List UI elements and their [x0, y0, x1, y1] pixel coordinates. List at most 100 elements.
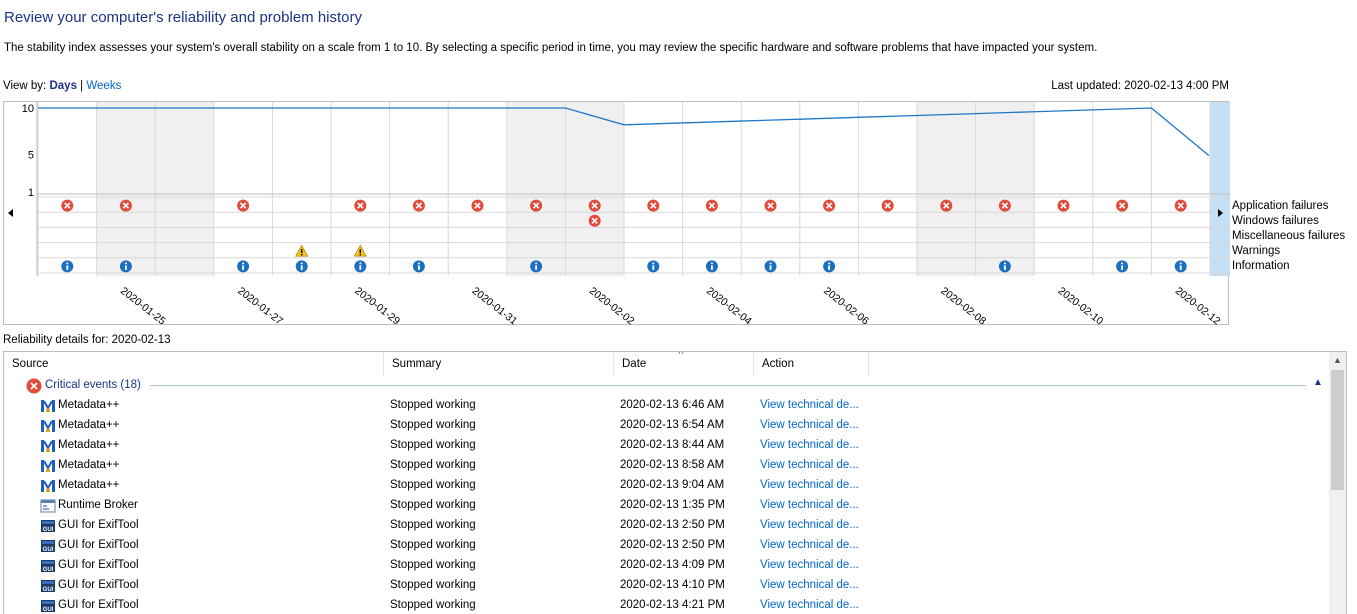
day-column[interactable] — [448, 102, 507, 276]
information-icon[interactable] — [764, 260, 777, 273]
day-column[interactable] — [213, 102, 273, 276]
information-icon[interactable] — [705, 260, 718, 273]
event-date: 2020-02-13 8:58 AM — [620, 459, 725, 471]
error-icon[interactable] — [530, 199, 543, 212]
collapse-chevron-icon[interactable]: ▲ — [1313, 377, 1323, 388]
day-column[interactable] — [1034, 102, 1093, 276]
column-header-action[interactable]: Action — [754, 352, 869, 376]
metadata-app-icon — [40, 478, 56, 494]
error-icon[interactable] — [61, 199, 74, 212]
view-technical-details-link[interactable]: View technical de... — [760, 399, 859, 411]
view-technical-details-link[interactable]: View technical de... — [760, 479, 859, 491]
event-summary: Stopped working — [390, 499, 476, 511]
svg-text:GUI: GUI — [43, 567, 54, 573]
view-technical-details-link[interactable]: View technical de... — [760, 579, 859, 591]
event-row[interactable]: GUI GUI for ExifTool Stopped working 2020-0… — [4, 556, 1330, 576]
error-icon[interactable] — [588, 214, 601, 227]
day-column[interactable] — [506, 102, 566, 276]
day-column[interactable] — [565, 102, 624, 276]
event-row[interactable]: GUI GUI for ExifTool Stopped working 2020-0… — [4, 516, 1330, 536]
view-technical-details-link[interactable]: View technical de... — [760, 439, 859, 451]
day-column[interactable] — [858, 102, 917, 276]
day-column[interactable] — [1151, 102, 1210, 276]
day-column[interactable] — [799, 102, 859, 276]
view-technical-details-link[interactable]: View technical de... — [760, 519, 859, 531]
view-technical-details-link[interactable]: View technical de... — [760, 539, 859, 551]
error-icon[interactable] — [823, 199, 836, 212]
error-icon[interactable] — [354, 199, 367, 212]
chart-canvas[interactable]: 10 5 1 2020-01-25 2020-01-27 2020-01-29 2020-0… — [4, 102, 1230, 326]
column-header-source[interactable]: Source — [4, 352, 384, 376]
event-row[interactable]: GUI GUI for ExifTool Stopped working 2020-0… — [4, 536, 1330, 556]
information-icon[interactable] — [647, 260, 660, 273]
information-icon[interactable] — [530, 260, 543, 273]
error-icon[interactable] — [764, 199, 777, 212]
event-source: Metadata++ — [58, 439, 120, 451]
gui-app-icon: GUI — [40, 538, 56, 554]
day-column[interactable] — [155, 102, 214, 276]
information-icon[interactable] — [1174, 260, 1187, 273]
view-technical-details-link[interactable]: View technical de... — [760, 419, 859, 431]
information-icon[interactable] — [354, 260, 367, 273]
day-column[interactable] — [1210, 102, 1230, 276]
event-row[interactable]: GUI GUI for ExifTool Stopped working 2020-0… — [4, 576, 1330, 596]
error-icon[interactable] — [1116, 199, 1129, 212]
view-technical-details-link[interactable]: View technical de... — [760, 599, 859, 611]
error-icon[interactable] — [940, 199, 953, 212]
day-column[interactable] — [96, 102, 156, 276]
error-icon[interactable] — [998, 199, 1011, 212]
information-icon[interactable] — [998, 260, 1011, 273]
error-icon[interactable] — [588, 199, 601, 212]
metadata-app-icon — [40, 418, 56, 434]
event-row[interactable]: Runtime Broker Stopped working 2020-02-13 … — [4, 496, 1330, 516]
view-days-link[interactable]: Days — [49, 80, 77, 92]
information-icon[interactable] — [412, 260, 425, 273]
event-row[interactable]: Metadata++ Stopped working 2020-02-13 8:44… — [4, 436, 1330, 456]
information-icon[interactable] — [61, 260, 74, 273]
scroll-up-icon[interactable]: ▲ — [1329, 352, 1346, 369]
event-row[interactable]: Metadata++ Stopped working 2020-02-13 6:54… — [4, 416, 1330, 436]
column-header-summary[interactable]: Summary — [384, 352, 614, 376]
day-column[interactable] — [741, 102, 800, 276]
error-icon[interactable] — [471, 199, 484, 212]
details-table[interactable]: Source Summary Date Action ˄ Critical ev… — [3, 351, 1347, 614]
group-header-critical[interactable]: Critical events (18) ▲ — [4, 376, 1330, 396]
day-column[interactable] — [389, 102, 449, 276]
day-column[interactable] — [624, 102, 683, 276]
event-row[interactable]: Metadata++ Stopped working 2020-02-13 6:46… — [4, 396, 1330, 416]
error-icon[interactable] — [1057, 199, 1070, 212]
day-column[interactable] — [975, 102, 1035, 276]
scroll-thumb[interactable] — [1331, 370, 1344, 490]
error-icon[interactable] — [1174, 199, 1187, 212]
error-icon[interactable] — [412, 199, 425, 212]
information-icon[interactable] — [237, 260, 250, 273]
error-icon[interactable] — [119, 199, 132, 212]
error-icon[interactable] — [881, 199, 894, 212]
column-header-date[interactable]: Date — [614, 352, 754, 376]
event-source: GUI for ExifTool — [58, 539, 139, 551]
view-weeks-link[interactable]: Weeks — [86, 80, 121, 92]
row-label-warnings: Warnings — [1232, 245, 1281, 257]
reliability-chart[interactable]: 10 5 1 2020-01-25 2020-01-27 2020-01-29 2020-0… — [3, 101, 1230, 326]
day-column[interactable] — [917, 102, 976, 276]
view-technical-details-link[interactable]: View technical de... — [760, 559, 859, 571]
gui-app-icon: GUI — [40, 518, 56, 534]
critical-error-icon — [26, 378, 42, 394]
view-technical-details-link[interactable]: View technical de... — [760, 499, 859, 511]
error-icon[interactable] — [237, 199, 250, 212]
information-icon[interactable] — [119, 260, 132, 273]
vertical-scrollbar[interactable]: ▲ — [1329, 352, 1346, 614]
event-row[interactable]: GUI GUI for ExifTool Stopped working 2020-0… — [4, 596, 1330, 614]
error-icon[interactable] — [705, 199, 718, 212]
information-icon[interactable] — [823, 260, 836, 273]
view-technical-details-link[interactable]: View technical de... — [760, 459, 859, 471]
day-column[interactable] — [682, 102, 742, 276]
event-row[interactable]: Metadata++ Stopped working 2020-02-13 8:58… — [4, 456, 1330, 476]
day-column[interactable] — [1092, 102, 1152, 276]
scroll-left-icon[interactable] — [8, 209, 13, 217]
event-row[interactable]: Metadata++ Stopped working 2020-02-13 9:04… — [4, 476, 1330, 496]
information-icon[interactable] — [1116, 260, 1129, 273]
day-column[interactable] — [38, 102, 97, 276]
error-icon[interactable] — [647, 199, 660, 212]
information-icon[interactable] — [295, 260, 308, 273]
